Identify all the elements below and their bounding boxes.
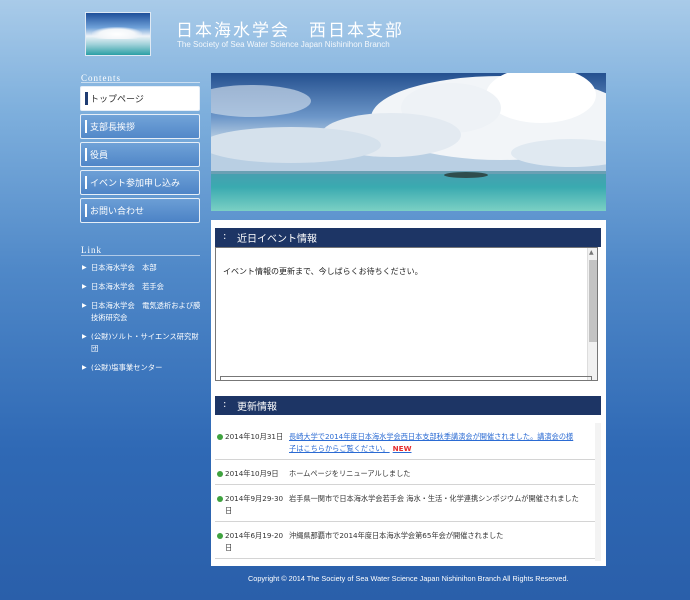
list-item: 2014年10月31日 長崎大学で2014年度日本海水学会西日本支部秋季講演会が… — [215, 423, 601, 460]
nav-item-officers[interactable]: 役員 — [80, 142, 200, 167]
news-date: 2014年10月9日 — [225, 469, 279, 478]
list-item: 2014年6月19-20日 沖縄県那覇市で2014年度日本海水学会第65年会が開… — [215, 522, 601, 559]
external-links: ▶ 日本海水学会 本部 ▶ 日本海水学会 若手会 ▶ 日本海水学会 電気透析および膜技… — [80, 262, 202, 381]
scroll-thumb[interactable] — [589, 260, 597, 342]
events-inner-frame — [220, 376, 592, 380]
link-label[interactable]: 日本海水学会 電気透析および膜技術研究会 — [91, 301, 200, 322]
contents-divider — [81, 82, 200, 83]
site-title[interactable]: 日本海水学会 西日本支部 — [176, 16, 404, 41]
heading-marker-icon: : — [223, 231, 227, 242]
news-link[interactable]: 長崎大学で2014年度日本海水学会西日本支部秋季講演会が開催されました。講演会の… — [289, 431, 579, 455]
list-item: 2014年9月29-30日 岩手県一関市で日本海水学会若手会 海水・生活・化学連… — [215, 485, 601, 522]
copyright-text: Copyright © 2014 The Society of Sea Wate… — [248, 574, 569, 583]
nav-item-event-signup[interactable]: イベント参加申し込み — [80, 170, 200, 195]
events-message: イベント情報の更新まで、今しばらくお待ちください。 — [223, 267, 423, 276]
heading-marker-icon: : — [223, 399, 227, 410]
nav-item-contact[interactable]: お問い合わせ — [80, 198, 200, 223]
triangle-right-icon: ▶ — [82, 302, 87, 309]
news-text: 岩手県一関市で日本海水学会若手会 海水・生活・化学連携シンポジウムが開催されまし… — [289, 494, 579, 503]
new-badge: NEW — [392, 444, 412, 453]
news-date: 2014年9月29-30日 — [225, 494, 284, 515]
link-divider — [81, 255, 200, 256]
news-scrollbar[interactable] — [595, 423, 601, 561]
hero-image — [211, 73, 606, 211]
triangle-right-icon: ▶ — [82, 333, 87, 340]
news-list[interactable]: 2014年10月31日 長崎大学で2014年度日本海水学会西日本支部秋季講演会が… — [215, 423, 601, 561]
nav-item-top[interactable]: トップページ — [80, 86, 200, 111]
news-heading-label: 更新情報 — [237, 402, 277, 413]
link-item[interactable]: ▶ 日本海水学会 電気透析および膜技術研究会 — [80, 300, 202, 324]
main-nav: トップページ 支部長挨拶 役員 イベント参加申し込み お問い合わせ — [80, 86, 200, 226]
site-subtitle: The Society of Sea Water Science Japan N… — [177, 40, 390, 49]
link-item[interactable]: ▶ 日本海水学会 若手会 — [80, 281, 202, 293]
news-heading: : 更新情報 — [215, 396, 601, 415]
link-item[interactable]: ▶ (公財)ソルト・サイエンス研究財団 — [80, 331, 202, 355]
green-dot-icon — [217, 533, 223, 539]
events-heading-label: 近日イベント情報 — [237, 234, 317, 245]
link-label[interactable]: (公財)ソルト・サイエンス研究財団 — [91, 332, 199, 353]
link-label[interactable]: 日本海水学会 若手会 — [91, 282, 164, 291]
news-date: 2014年6月19-20日 — [225, 531, 284, 552]
news-text: 沖縄県那覇市で2014年度日本海水学会第65年会が開催されました — [289, 531, 504, 540]
events-scrollbar[interactable]: ▲ — [587, 248, 597, 380]
green-dot-icon — [217, 434, 223, 440]
link-item[interactable]: ▶ 日本海水学会 本部 — [80, 262, 202, 274]
link-item[interactable]: ▶ (公財)塩事業センター — [80, 362, 202, 374]
link-heading: Link — [81, 245, 102, 255]
triangle-right-icon: ▶ — [82, 283, 87, 290]
scroll-up-icon[interactable]: ▲ — [589, 249, 594, 256]
logo-image[interactable] — [85, 12, 151, 56]
events-frame[interactable]: イベント情報の更新まで、今しばらくお待ちください。 ▲ ▼ — [215, 247, 598, 381]
list-item: 2014年10月9日 ホームページをリニューアルしました — [215, 460, 601, 485]
triangle-right-icon: ▶ — [82, 264, 87, 271]
link-label[interactable]: 日本海水学会 本部 — [91, 263, 157, 272]
news-text: ホームページをリニューアルしました — [289, 469, 411, 478]
green-dot-icon — [217, 496, 223, 502]
main-panel: : 近日イベント情報 イベント情報の更新まで、今しばらくお待ちください。 ▲ ▼… — [211, 220, 606, 566]
news-date: 2014年10月31日 — [225, 432, 284, 441]
green-dot-icon — [217, 471, 223, 477]
news-text[interactable]: 長崎大学で2014年度日本海水学会西日本支部秋季講演会が開催されました。講演会の… — [289, 432, 573, 453]
link-label[interactable]: (公財)塩事業センター — [91, 363, 162, 372]
triangle-right-icon: ▶ — [82, 364, 87, 371]
events-heading: : 近日イベント情報 — [215, 228, 601, 247]
nav-item-greeting[interactable]: 支部長挨拶 — [80, 114, 200, 139]
